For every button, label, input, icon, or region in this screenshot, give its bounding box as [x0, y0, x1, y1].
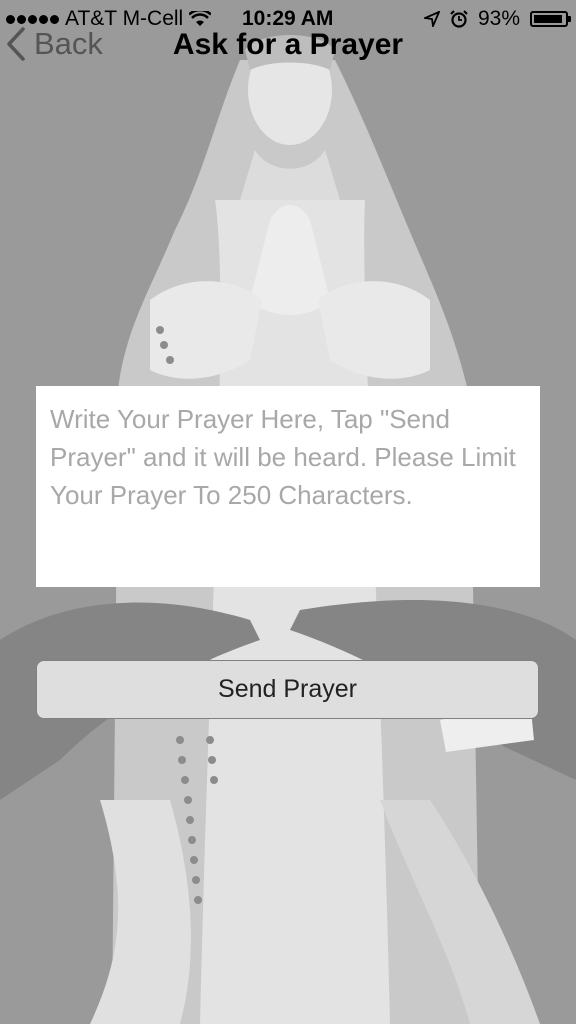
prayer-input-container: [36, 386, 540, 587]
navigation-bar: Back Ask for a Prayer: [0, 24, 576, 74]
signal-dots-icon: [6, 14, 59, 24]
page-title: Ask for a Prayer: [172, 28, 404, 61]
prayer-input[interactable]: [50, 400, 526, 573]
send-prayer-button[interactable]: Send Prayer: [36, 660, 539, 719]
